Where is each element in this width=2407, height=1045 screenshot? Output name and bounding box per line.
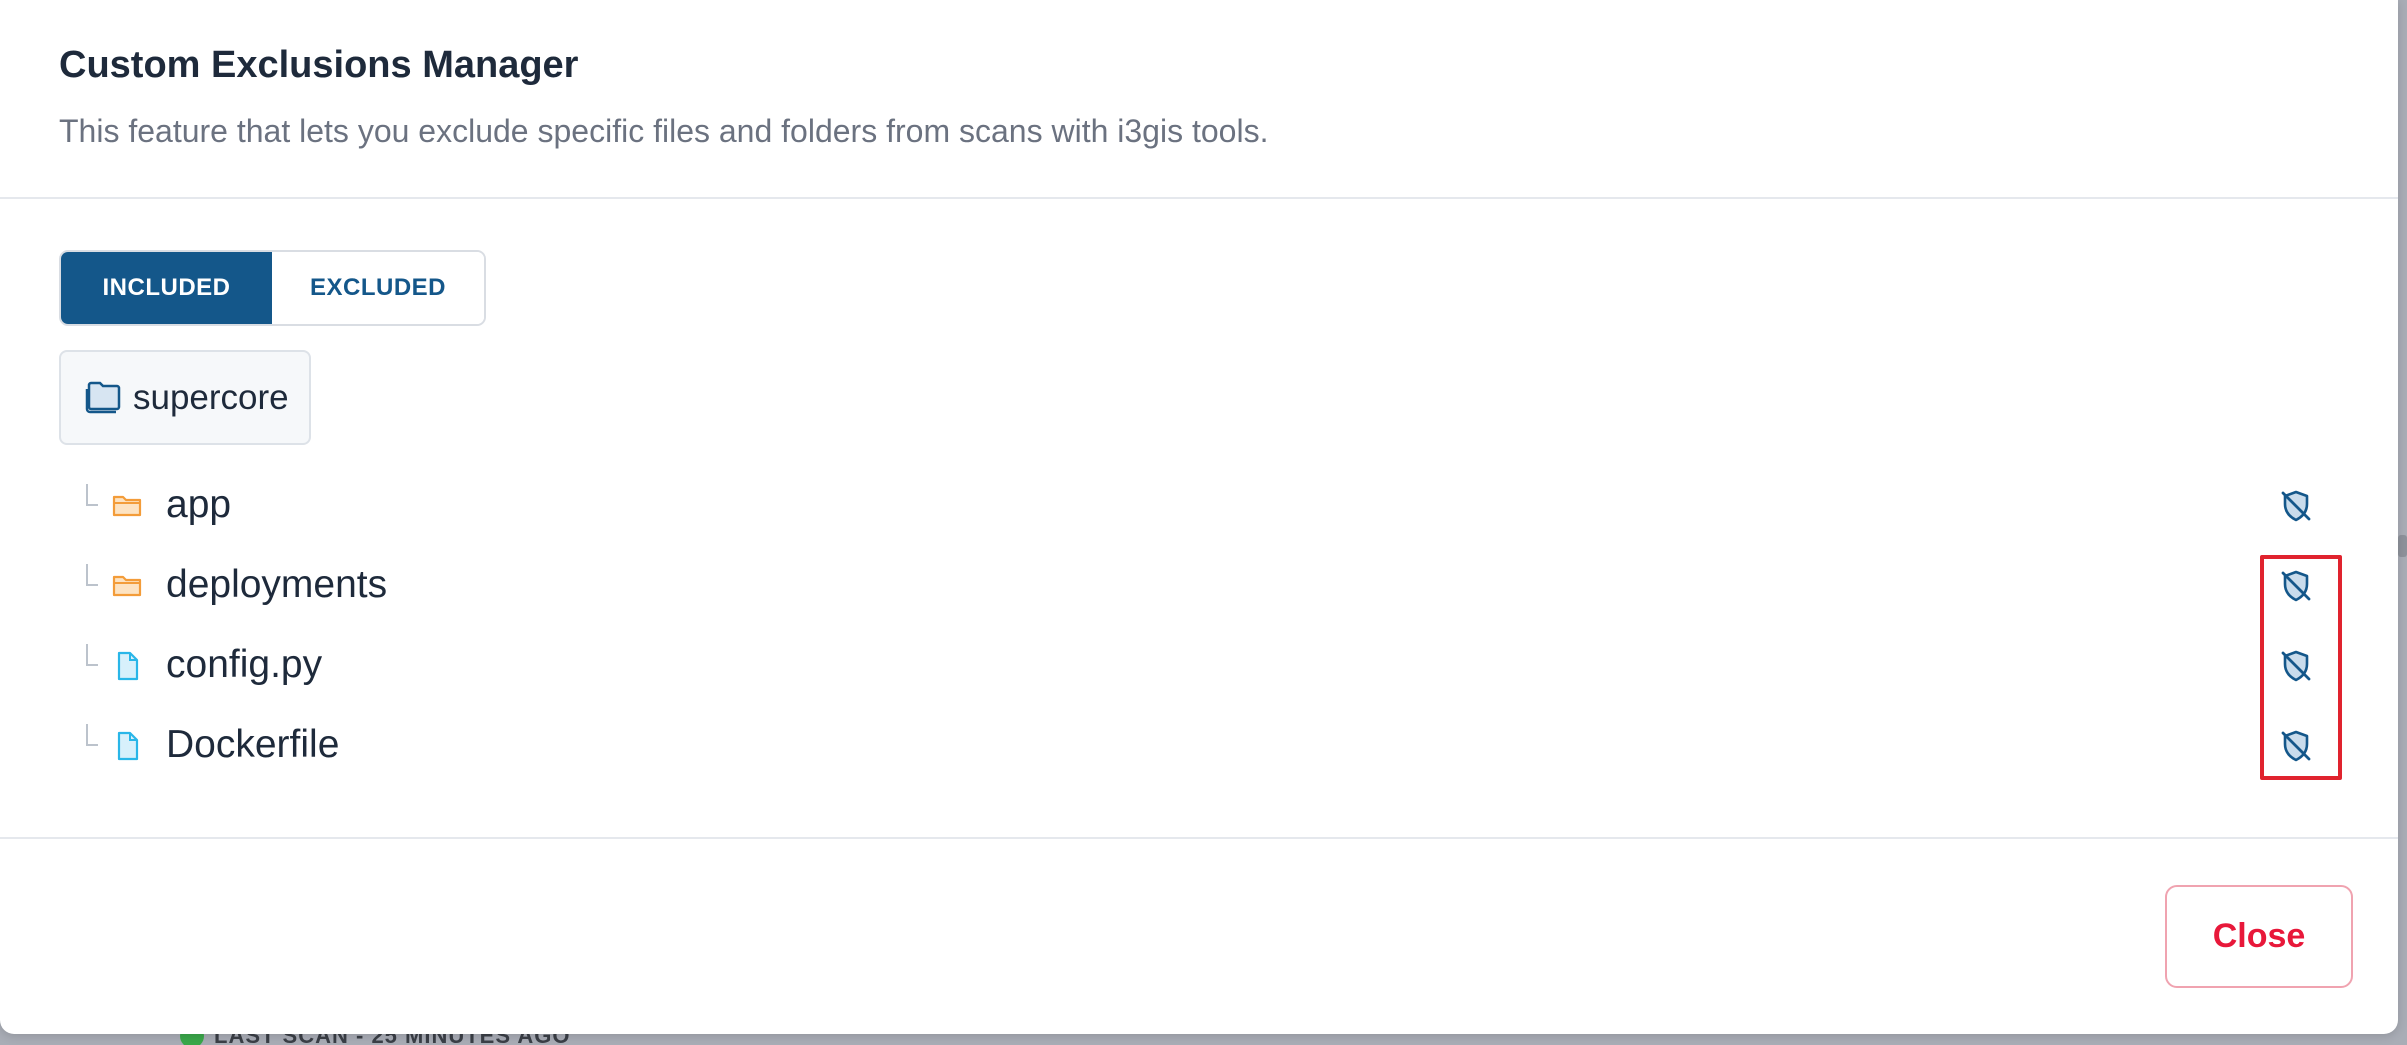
tree-connector <box>86 564 98 586</box>
modal-header: Custom Exclusions Manager This feature t… <box>0 0 2398 199</box>
tree-item-label: deployments <box>166 563 388 606</box>
folders-icon <box>85 381 121 413</box>
folder-icon <box>112 575 142 597</box>
folder-icon <box>112 495 142 517</box>
root-folder-label: supercore <box>133 377 289 417</box>
tree-row-dockerfile[interactable]: Dockerfile <box>59 714 2349 786</box>
tree-connector <box>86 724 98 746</box>
modal-subtitle: This feature that lets you exclude speci… <box>59 113 1269 149</box>
tree-connector <box>86 644 98 666</box>
exclude-button[interactable] <box>2272 722 2320 770</box>
shield-off-icon <box>2281 650 2311 682</box>
exclude-button[interactable] <box>2272 562 2320 610</box>
exclude-button[interactable] <box>2272 482 2320 530</box>
exclude-button[interactable] <box>2272 642 2320 690</box>
tab-included[interactable]: INCLUDED <box>61 252 272 324</box>
shield-off-icon <box>2281 490 2311 522</box>
file-icon <box>117 731 139 761</box>
footer-divider <box>0 837 2398 839</box>
tree-row-config-py[interactable]: config.py <box>59 634 2349 706</box>
tree-row-app[interactable]: app <box>59 474 2349 546</box>
tree-item-label: app <box>166 483 232 526</box>
tab-excluded[interactable]: EXCLUDED <box>272 252 484 324</box>
tree-item-label: config.py <box>166 643 323 686</box>
root-folder-chip[interactable]: supercore <box>59 350 311 445</box>
tree-item-label: Dockerfile <box>166 723 340 766</box>
file-icon <box>117 651 139 681</box>
scrollbar-thumb[interactable] <box>2398 535 2407 557</box>
included-excluded-toggle: INCLUDED EXCLUDED <box>59 250 486 326</box>
modal-title: Custom Exclusions Manager <box>59 44 579 86</box>
tree-row-deployments[interactable]: deployments <box>59 554 2349 626</box>
shield-off-icon <box>2281 730 2311 762</box>
tree-connector <box>86 484 98 506</box>
exclusions-modal: Custom Exclusions Manager This feature t… <box>0 0 2398 1034</box>
close-button[interactable]: Close <box>2165 885 2353 988</box>
shield-off-icon <box>2281 570 2311 602</box>
